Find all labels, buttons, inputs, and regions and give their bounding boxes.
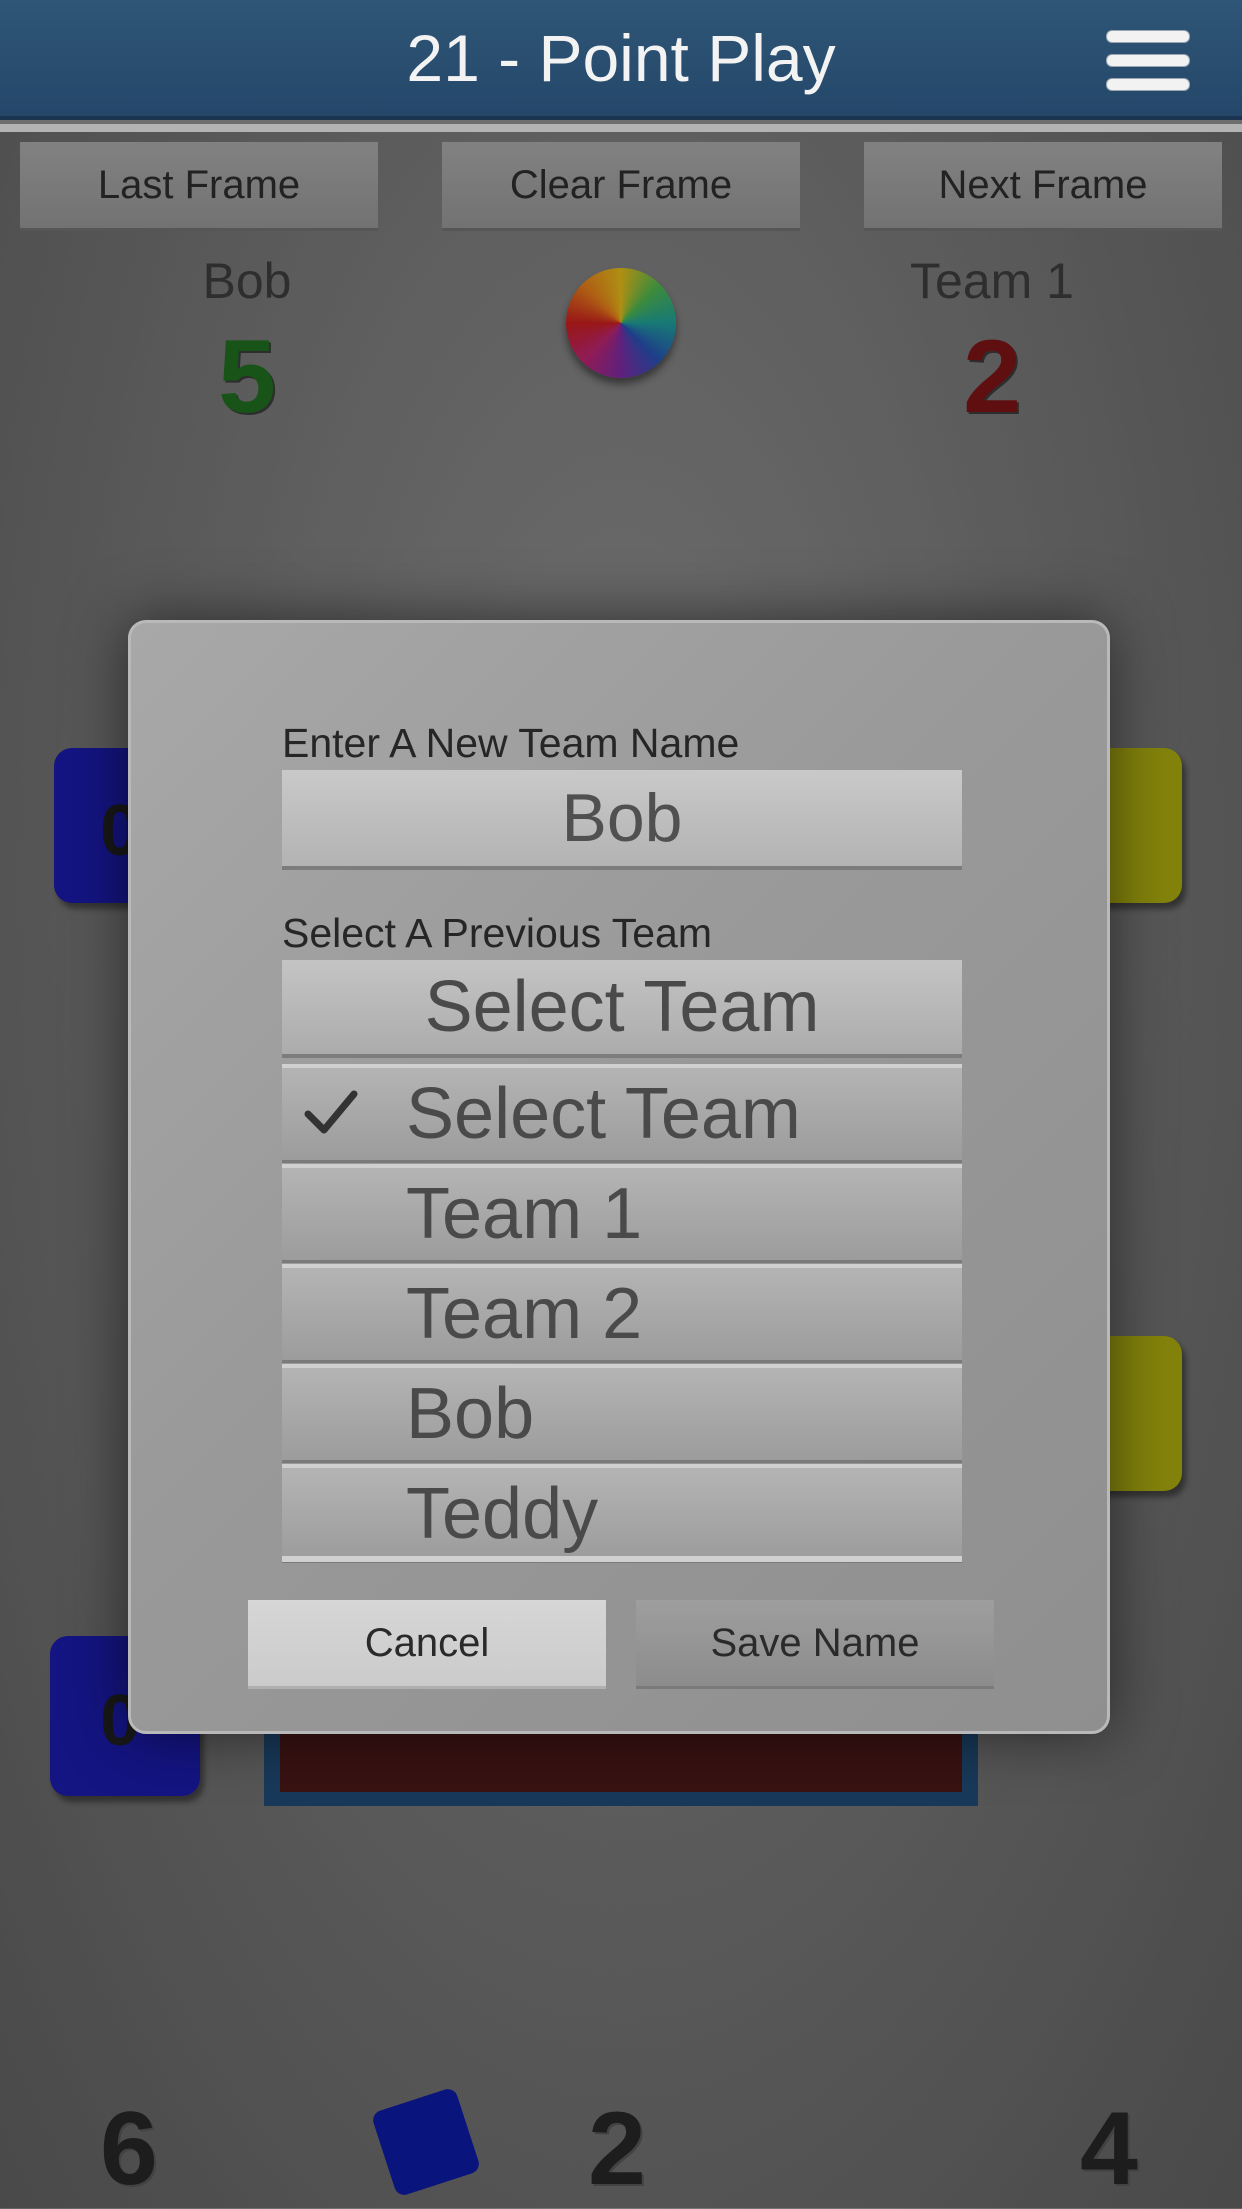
checkmark-icon: [304, 1090, 358, 1134]
list-item[interactable]: Bob: [282, 1364, 962, 1463]
list-bottom-edge: [282, 1556, 962, 1562]
option-label: Team 2: [406, 1274, 643, 1354]
option-label: Bob: [406, 1374, 535, 1454]
previous-team-select[interactable]: Select Team: [282, 960, 962, 1058]
previous-team-label: Select A Previous Team: [282, 910, 712, 956]
team-name-input[interactable]: Bob: [282, 770, 962, 870]
app-header: 21 - Point Play: [0, 0, 1242, 120]
list-item[interactable]: Team 2: [282, 1264, 962, 1363]
option-label: Team 1: [406, 1174, 643, 1254]
hamburger-menu-icon[interactable]: [1106, 30, 1190, 91]
new-team-label: Enter A New Team Name: [282, 720, 740, 766]
page-title: 21 - Point Play: [406, 21, 836, 95]
list-item[interactable]: Teddy: [282, 1464, 962, 1563]
save-name-button[interactable]: Save Name: [636, 1600, 994, 1689]
list-item[interactable]: Team 1: [282, 1164, 962, 1263]
team-options-list: Select Team Team 1 Team 2 Bob Teddy: [282, 1064, 962, 1564]
option-label: Select Team: [406, 1074, 801, 1154]
list-item[interactable]: Select Team: [282, 1064, 962, 1163]
cancel-button[interactable]: Cancel: [248, 1600, 606, 1689]
option-label: Teddy: [406, 1474, 599, 1554]
header-divider: [0, 124, 1242, 132]
